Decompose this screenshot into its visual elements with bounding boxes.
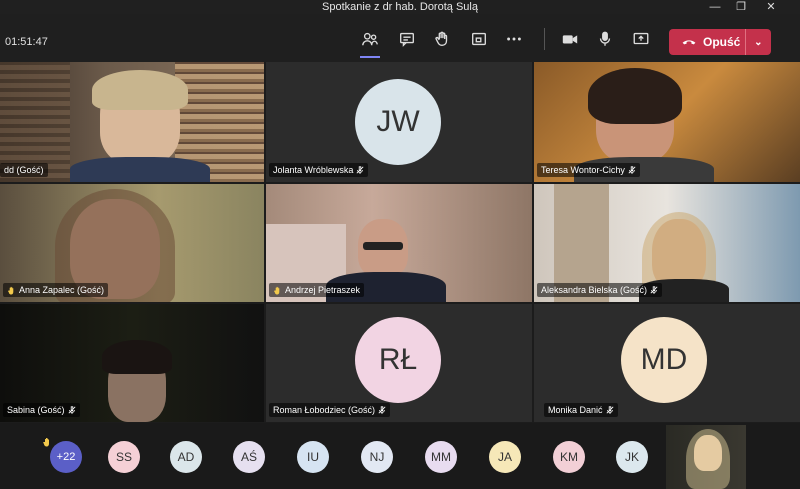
chevron-down-icon: ⌄ (754, 36, 763, 48)
participant-chip[interactable]: KM (553, 441, 585, 473)
chat-icon[interactable] (395, 28, 419, 50)
participant-chip[interactable]: AD (170, 441, 202, 473)
more-icon[interactable] (502, 28, 526, 50)
meeting-timer: 01:51:47 (5, 36, 48, 48)
nameplate: Teresa Wontor-Cichy (537, 163, 640, 177)
video-tile-andrzej[interactable]: Andrzej Pietraszek (266, 184, 532, 302)
participant-name: Jolanta Wróblewska (273, 165, 354, 175)
nameplate: Jolanta Wróblewska (269, 163, 369, 177)
avatar: MD (621, 317, 707, 403)
camera-icon[interactable] (558, 28, 582, 50)
participant-name: Monika Danić (548, 405, 603, 415)
share-tray-icon[interactable] (467, 28, 491, 50)
participant-name: Andrzej Pietraszek (285, 285, 361, 295)
mic-muted-icon (650, 286, 658, 294)
participants-icon[interactable] (358, 28, 382, 58)
leave-main[interactable]: Opuść (669, 34, 745, 50)
participant-body (70, 157, 210, 182)
video-tile-dd[interactable]: dd (Gość) (0, 62, 264, 182)
mic-muted-icon (68, 406, 76, 414)
self-hair (686, 429, 730, 489)
leave-label: Opuść (703, 35, 741, 49)
video-tile-teresa[interactable]: Teresa Wontor-Cichy (534, 62, 800, 182)
video-tile-monika[interactable]: MD Monika Danić (534, 304, 800, 422)
participant-hair (588, 68, 682, 124)
participant-glasses (363, 242, 403, 250)
video-tile-aleksandra[interactable]: Aleksandra Bielska (Gość) (534, 184, 800, 302)
raised-hand-icon (7, 286, 14, 295)
participant-name: Anna Zapalec (Gość) (19, 285, 105, 295)
participant-chip[interactable]: JK (616, 441, 648, 473)
video-tile-roman[interactable]: RŁ Roman Łobodziec (Gość) (266, 304, 532, 422)
mic-muted-icon (628, 166, 636, 174)
meeting-toolbar: 01:51:47 Opuść ⌄ (0, 14, 800, 62)
raised-hand-icon (43, 438, 49, 447)
nameplate: Aleksandra Bielska (Gość) (537, 283, 663, 297)
leave-button[interactable]: Opuść ⌄ (669, 29, 771, 55)
participant-name: Roman Łobodziec (Gość) (273, 405, 376, 415)
maximize-icon[interactable]: ❐ (726, 0, 756, 14)
participant-name: Aleksandra Bielska (Gość) (541, 285, 648, 295)
self-view-video[interactable] (666, 425, 746, 489)
video-tile-anna[interactable]: Anna Zapalec (Gość) (0, 184, 264, 302)
mic-icon[interactable] (593, 28, 617, 50)
participant-hair (102, 340, 172, 374)
participant-chip[interactable]: SS (108, 441, 140, 473)
mic-muted-icon (606, 406, 614, 414)
title-bar: Spotkanie z dr hab. Dorotą Sulą — ❐ ✕ (0, 0, 800, 14)
participant-name: Sabina (Gość) (7, 405, 65, 415)
leave-options-button[interactable]: ⌄ (744, 29, 771, 55)
nameplate: Andrzej Pietraszek (269, 283, 365, 297)
participant-chip[interactable]: NJ (361, 441, 393, 473)
nameplate: Anna Zapalec (Gość) (3, 283, 109, 297)
more-participants-button[interactable]: +22 (50, 441, 82, 473)
avatar: JW (355, 79, 441, 165)
nameplate: Roman Łobodziec (Gość) (269, 403, 391, 417)
participant-name: Teresa Wontor-Cichy (541, 165, 625, 175)
toolbar-divider (544, 28, 545, 50)
window-title: Spotkanie z dr hab. Dorotą Sulą (322, 1, 478, 13)
nameplate: dd (Gość) (0, 163, 48, 177)
participant-chip[interactable]: JA (489, 441, 521, 473)
mic-muted-icon (356, 166, 364, 174)
nameplate: Sabina (Gość) (3, 403, 80, 417)
close-icon[interactable]: ✕ (756, 0, 786, 14)
participant-chip[interactable]: MM (425, 441, 457, 473)
video-tile-sabina[interactable]: Sabina (Gość) (0, 304, 264, 422)
phone-hangup-icon (682, 40, 696, 45)
raise-hand-icon[interactable] (430, 28, 454, 50)
participant-hair (92, 70, 188, 110)
video-tile-jolanta[interactable]: JW Jolanta Wróblewska (266, 62, 532, 182)
mic-muted-icon (378, 406, 386, 414)
participant-chip[interactable]: AŚ (233, 441, 265, 473)
nameplate: Monika Danić (544, 403, 618, 417)
avatar: RŁ (355, 317, 441, 403)
raised-hand-icon (273, 286, 280, 295)
participant-name: dd (Gość) (4, 165, 44, 175)
participant-chip[interactable]: IU (297, 441, 329, 473)
participant-strip: +22 SS AD AŚ IU NJ MM JA KM JK (0, 423, 800, 489)
share-icon[interactable] (629, 28, 653, 50)
